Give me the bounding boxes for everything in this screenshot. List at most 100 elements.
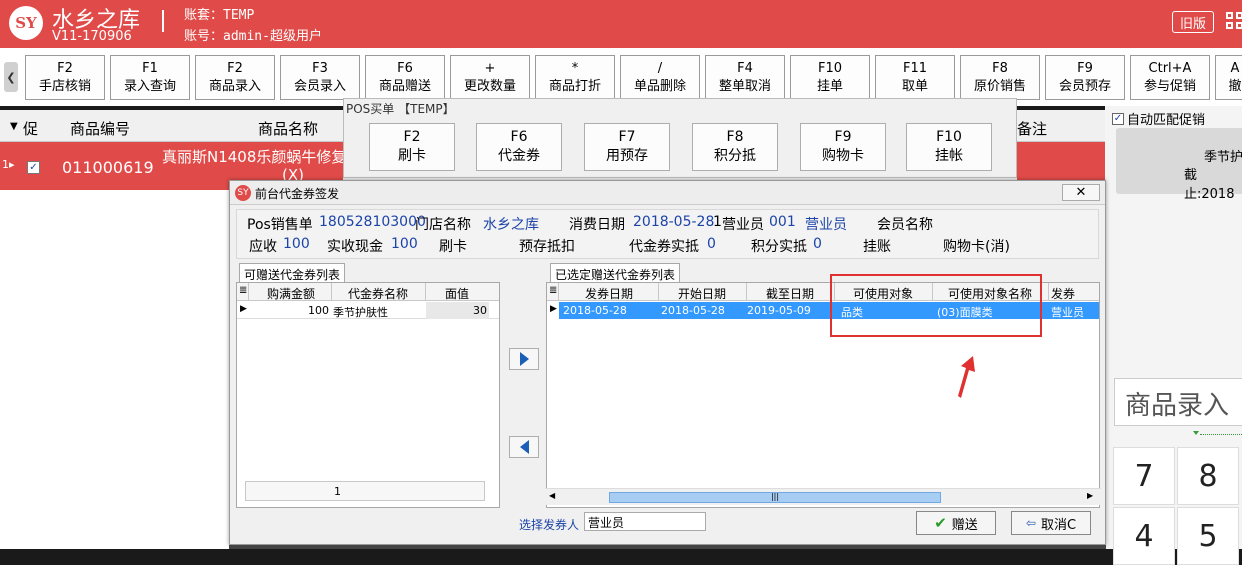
toolbar-key-5[interactable]: F6 商品赠送 (365, 55, 445, 100)
column-chooser-icon[interactable]: ≣ (239, 285, 247, 296)
chevron-left-icon[interactable]: ❮ (4, 62, 18, 92)
shopcard-label: 购物卡(消) (943, 239, 1010, 255)
grid-icon[interactable] (1226, 12, 1242, 32)
toolbar-key-13[interactable]: F9 会员预存 (1045, 55, 1125, 100)
add-coupon-button[interactable] (509, 348, 539, 370)
promo-card[interactable]: 季节护 截止:2018 (1116, 128, 1242, 202)
promo-name: 季节护 (1204, 150, 1242, 165)
checkmark-icon: ✔ (934, 514, 947, 532)
numpad-key-5[interactable]: 5 (1177, 507, 1239, 565)
auto-promo-toggle[interactable]: ✓ 自动匹配促销 (1112, 109, 1205, 128)
arrow-right-icon (519, 352, 529, 366)
numpad-key-4[interactable]: 4 (1113, 507, 1175, 565)
column-chooser-icon[interactable]: ≣ (549, 285, 557, 296)
toolbar-key-10[interactable]: F10 挂单 (790, 55, 870, 100)
payment-button-1[interactable]: F2 刷卡 (369, 123, 455, 171)
close-button[interactable]: ✕ (1062, 184, 1100, 201)
cell-end-date: 2019-05-09 (747, 304, 811, 317)
member-label: 会员名称 (877, 217, 933, 233)
remove-coupon-button[interactable] (509, 436, 539, 458)
toolbar-key-1[interactable]: F2 手店核销 (25, 55, 105, 100)
app-version: V11-170906 (52, 29, 132, 44)
available-coupon-header: ≣ 购满金额 代金券名称 面值 (237, 283, 499, 301)
toolbar-key-shortcut: F9 (1077, 60, 1093, 76)
payment-button-5[interactable]: F9 购物卡 (800, 123, 886, 171)
cell-face-value: 30 (473, 304, 487, 317)
toolbar-key-3[interactable]: F2 商品录入 (195, 55, 275, 100)
sort-down-icon[interactable]: ▼ (10, 121, 18, 132)
toolbar-key-12[interactable]: F8 原价销售 (960, 55, 1040, 100)
store-label: 门店名称 (415, 217, 471, 233)
tab-selected-coupons[interactable]: 已选定赠送代金券列表 (550, 263, 681, 282)
toolbar-key-8[interactable]: / 单品删除 (620, 55, 700, 100)
toolbar-key-6[interactable]: + 更改数量 (450, 55, 530, 100)
payment-button-3[interactable]: F7 用预存 (584, 123, 670, 171)
toolbar-key-9[interactable]: F4 整单取消 (705, 55, 785, 100)
toolbar-key-shortcut: * (571, 60, 579, 76)
scrollbar-thumb[interactable]: ||| (609, 492, 941, 503)
date-value: 2018-05-28 (633, 214, 715, 230)
column-end-date: 截至日期 (765, 287, 814, 301)
payment-button-6[interactable]: F10 挂帐 (906, 123, 992, 171)
old-version-button[interactable]: 旧版 (1172, 11, 1214, 33)
pos-payment-dialog: POS买单 【TEMP】 F2 刷卡 F6 代金券 F7 用预存 F8 积分抵 F9 购物卡 F10… (343, 98, 1017, 178)
clerk-label: 营业员 (722, 217, 764, 233)
count-value: 1 (713, 214, 722, 230)
dropdown-indicator-icon (1193, 431, 1199, 435)
points-value: 0 (813, 236, 822, 252)
payment-key: F8 (726, 129, 744, 145)
due-label: 应收 (249, 239, 277, 255)
auto-promo-label: 自动匹配促销 (1127, 113, 1206, 128)
cancel-button[interactable]: ⇦ 取消C (1011, 511, 1091, 535)
gift-button[interactable]: ✔ 赠送 (916, 511, 996, 535)
arrow-left-icon (519, 440, 529, 454)
payment-label: 积分抵 (714, 148, 756, 164)
column-note: 备注 (1017, 120, 1048, 138)
table-row[interactable]: ▶ 100 季节护肤性 30 (237, 302, 499, 319)
points-label: 积分实抵 (751, 239, 807, 255)
column-face-value: 面值 (444, 287, 469, 301)
column-min-amount: 购满金额 (266, 287, 315, 301)
scroll-left-icon[interactable]: ◀ (549, 491, 555, 500)
due-value: 100 (283, 236, 310, 252)
goods-entry-input[interactable]: 商品录入 (1114, 378, 1242, 426)
numpad-key-7[interactable]: 7 (1113, 447, 1175, 505)
dialog-logo-icon: SY (235, 185, 251, 201)
divider (1200, 434, 1242, 435)
column-start-date: 开始日期 (677, 287, 726, 301)
payment-button-4[interactable]: F8 积分抵 (692, 123, 778, 171)
toolbar-key-shortcut: F4 (737, 60, 753, 76)
column-issuer: 发券 (1051, 287, 1076, 301)
pos-value: 180528103000 (319, 214, 426, 230)
toolbar-key-11[interactable]: F11 取单 (875, 55, 955, 100)
scroll-right-icon[interactable]: ▶ (1087, 491, 1093, 500)
toolbar-key-4[interactable]: F3 会员录入 (280, 55, 360, 100)
toolbar-key-label: 录入查询 (123, 78, 176, 94)
horizontal-scrollbar[interactable]: ◀ ||| ▶ (545, 488, 1101, 505)
row-code: 011000619 (62, 158, 154, 177)
auto-promo-checkbox[interactable]: ✓ (1112, 112, 1124, 125)
store-value: 水乡之库 (483, 217, 539, 233)
toolbar-key-label: 更改数量 (463, 78, 516, 94)
pos-dialog-title: POS买单 【TEMP】 (346, 102, 455, 116)
numpad-key-8[interactable]: 8 (1177, 447, 1239, 505)
date-label: 消费日期 (569, 217, 625, 233)
toolbar-key-label: 会员预存 (1058, 78, 1111, 94)
toolbar-key-label: 原价销售 (973, 78, 1026, 94)
toolbar-key-label: 参与促销 (1143, 78, 1196, 94)
toolbar-key-15[interactable]: A撤 (1215, 55, 1242, 100)
toolbar-key-2[interactable]: F1 录入查询 (110, 55, 190, 100)
toolbar-key-14[interactable]: Ctrl+A 参与促销 (1130, 55, 1210, 100)
tab-available-coupons[interactable]: 可赠送代金券列表 (239, 263, 346, 282)
clerk-code: 001 (769, 214, 796, 230)
promo-checkbox[interactable]: ✓ (27, 161, 40, 174)
payment-key: F10 (936, 129, 962, 145)
toolbar-key-7[interactable]: * 商品打折 (535, 55, 615, 100)
payment-label: 挂帐 (935, 148, 963, 164)
payment-label: 刷卡 (398, 148, 426, 164)
row-pointer-icon: 1▸ (2, 158, 15, 171)
issuer-input[interactable]: 营业员 (584, 512, 706, 531)
row-pointer-icon: ▶ (550, 304, 557, 314)
payment-button-2[interactable]: F6 代金券 (476, 123, 562, 171)
toolbar-key-label: 商品打折 (548, 78, 601, 94)
